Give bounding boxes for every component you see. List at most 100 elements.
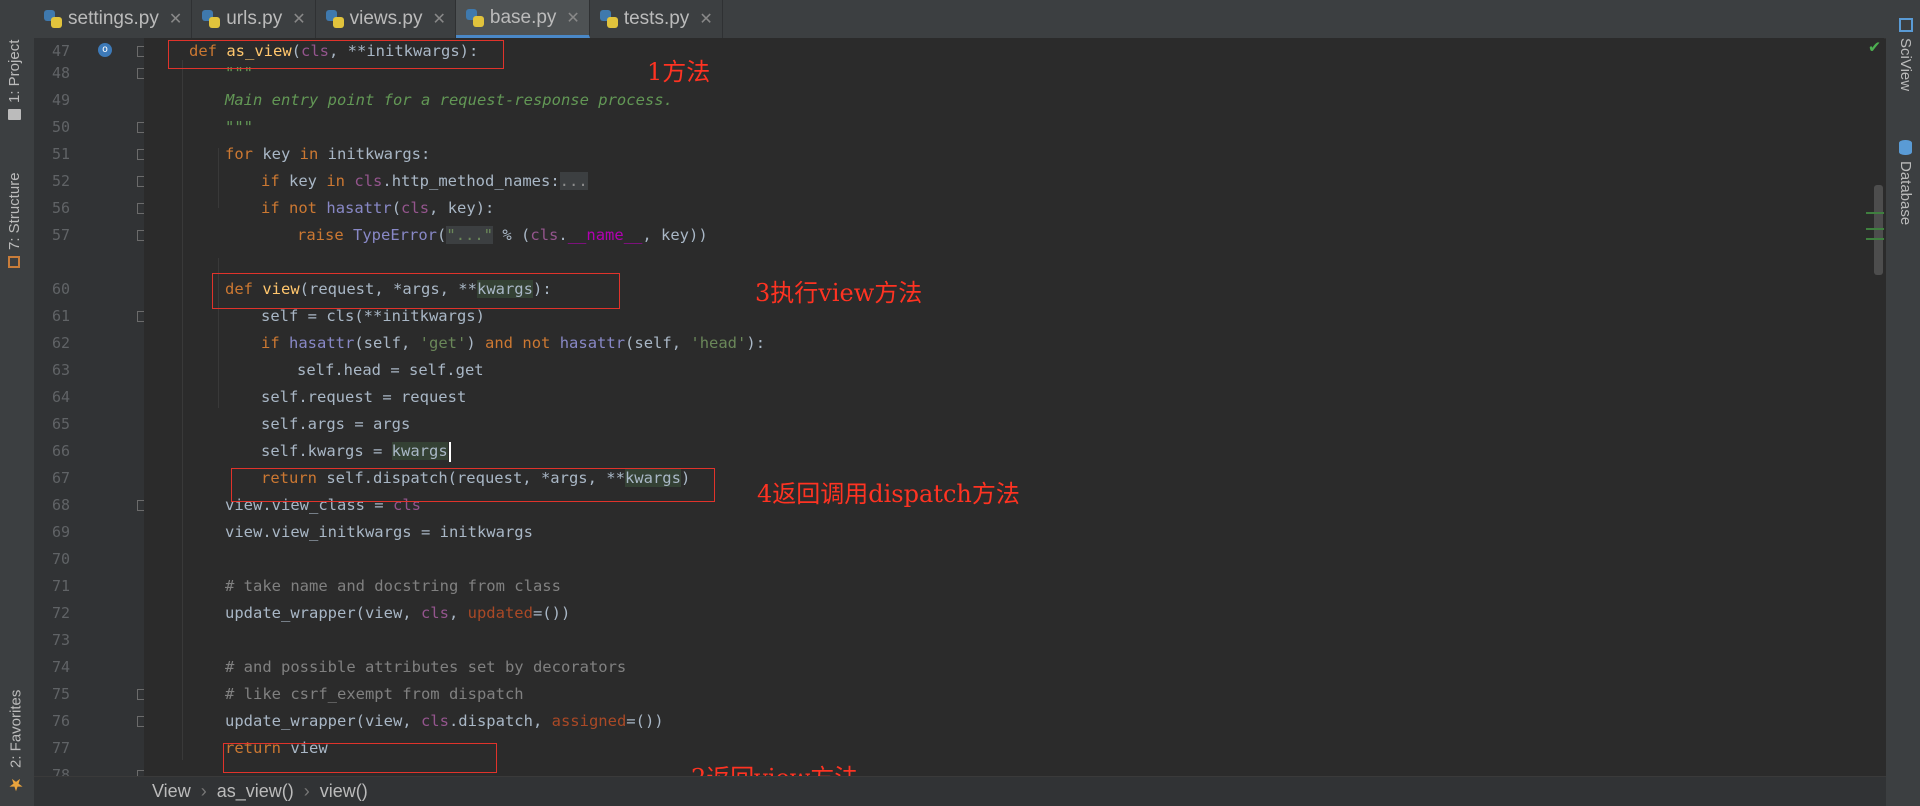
favorites-tool-label: 2: Favorites	[7, 689, 25, 768]
line-number: 66	[51, 442, 70, 460]
code-line-51: for key in initkwargs:	[225, 145, 431, 163]
tab-tests[interactable]: tests.py ✕	[590, 0, 723, 38]
python-file-icon	[325, 10, 344, 28]
tab-settings[interactable]: settings.py ✕	[34, 0, 193, 38]
annotation-box-view-def	[212, 273, 620, 309]
tab-label: base.py	[489, 6, 557, 28]
line-number: 57	[51, 226, 70, 244]
favorites-tool-tab[interactable]: ★ 2: Favorites	[6, 676, 26, 794]
structure-icon	[8, 256, 21, 268]
sciview-tool-tab[interactable]: SciView	[1897, 18, 1914, 104]
line-number: 75	[51, 685, 70, 703]
code-line-76: # like csrf_exempt from dispatch	[225, 685, 524, 703]
annotation-box-as-view	[168, 40, 504, 69]
line-number: 56	[51, 199, 70, 217]
inspection-ok-icon[interactable]: ✔	[1869, 36, 1880, 57]
code-line-72: # take name and docstring from class	[225, 577, 561, 595]
line-number: 52	[51, 172, 70, 190]
code-line-77: update_wrapper(view, cls.dispatch, assig…	[225, 712, 664, 730]
change-marker	[1866, 212, 1884, 214]
database-tool-tab[interactable]: Database	[1897, 140, 1914, 240]
code-line-63: if hasattr(self, 'get') and not hasattr(…	[261, 334, 766, 352]
chevron-right-icon: ›	[200, 781, 207, 801]
close-icon[interactable]: ✕	[566, 8, 579, 28]
line-number: 49	[51, 91, 70, 109]
line-number: 60	[51, 280, 70, 298]
project-tool-tab[interactable]: 1: Project	[6, 24, 23, 120]
tab-label: settings.py	[68, 8, 159, 29]
code-line-73: update_wrapper(view, cls, updated=())	[225, 604, 571, 622]
sciview-tool-label: SciView	[1897, 38, 1914, 92]
line-number: 51	[51, 145, 70, 163]
tab-label: urls.py	[226, 8, 283, 29]
breadcrumb-item-class[interactable]: View	[152, 781, 191, 802]
line-number: 73	[51, 631, 70, 649]
python-file-icon	[465, 8, 484, 27]
line-number: 69	[51, 523, 70, 541]
code-line-67: self.kwargs = kwargs	[261, 438, 451, 465]
python-file-icon	[44, 10, 62, 28]
code-line-65: self.request = request	[261, 388, 467, 406]
line-number: 76	[51, 712, 70, 730]
breadcrumb: View › as_view() › view()	[34, 776, 1886, 806]
code-line-70: view.view_initkwargs = initkwargs	[225, 523, 533, 541]
line-number: 77	[51, 739, 70, 757]
line-number: 48	[51, 64, 70, 82]
grid-icon	[1898, 18, 1913, 32]
folded-code-marker[interactable]: ...	[559, 172, 588, 190]
line-number: 62	[51, 334, 70, 352]
line-number: 65	[51, 415, 70, 433]
annotation-box-return-dispatch	[231, 468, 715, 502]
line-number: 72	[51, 604, 70, 622]
code-line-49: Main entry point for a request-response …	[225, 91, 673, 109]
code-line-52: if key in cls.http_method_names:...	[261, 172, 588, 190]
breadcrumb-item-inner[interactable]: view()	[320, 781, 368, 802]
chevron-right-icon: ›	[303, 781, 310, 801]
tab-base[interactable]: base.py ✕	[455, 0, 590, 38]
right-tool-strip: SciView Database	[1885, 0, 1920, 806]
line-number: 74	[51, 658, 70, 676]
star-icon: ★	[6, 774, 25, 794]
code-line-56: if not hasattr(cls, key):	[261, 199, 495, 217]
structure-tool-tab[interactable]: 7: Structure	[6, 156, 23, 268]
python-file-icon	[202, 10, 221, 28]
line-number: 63	[51, 361, 70, 379]
code-line-50: """	[225, 118, 253, 136]
tab-label: tests.py	[623, 8, 690, 29]
database-icon	[1899, 140, 1912, 155]
database-tool-label: Database	[1897, 161, 1914, 226]
tab-urls[interactable]: urls.py ✕	[192, 0, 316, 38]
structure-tool-label: 7: Structure	[6, 172, 23, 250]
tab-views[interactable]: views.py ✕	[316, 0, 456, 38]
annotation-label-3: 3执行view方法	[755, 279, 923, 307]
text-caret	[448, 441, 451, 462]
folder-icon	[8, 109, 21, 120]
line-number: 67	[51, 469, 70, 487]
line-number: 61	[51, 307, 70, 325]
code-editor[interactable]: def as_view(cls, **initkwargs): """ Main…	[144, 38, 1884, 776]
editor-scrollbar-thumb[interactable]	[1874, 185, 1883, 275]
close-icon[interactable]: ✕	[292, 9, 305, 29]
code-line-75: # and possible attributes set by decorat…	[225, 658, 627, 676]
breadcrumb-item-method[interactable]: as_view()	[217, 781, 294, 802]
close-icon[interactable]: ✕	[699, 9, 712, 29]
project-tool-label: 1: Project	[6, 39, 23, 103]
code-line-57: raise TypeError("..." % (cls.__name__, k…	[297, 226, 708, 244]
line-number: 64	[51, 388, 70, 406]
override-marker-icon[interactable]: o	[98, 43, 112, 57]
annotation-box-return-view	[223, 743, 497, 773]
editor-tab-bar: settings.py ✕ urls.py ✕ views.py ✕ base.…	[34, 0, 1886, 39]
line-number: 70	[51, 550, 70, 568]
line-number: 68	[51, 496, 70, 514]
line-number: 71	[51, 577, 70, 595]
tab-label: views.py	[349, 8, 423, 29]
change-marker	[1866, 238, 1884, 240]
line-number: 50	[51, 118, 70, 136]
left-tool-strip: 1: Project 7: Structure ★ 2: Favorites	[0, 0, 35, 806]
close-icon[interactable]: ✕	[432, 9, 445, 29]
code-line-64: self.head = self.get	[297, 361, 484, 379]
change-marker	[1866, 228, 1884, 230]
close-icon[interactable]: ✕	[169, 9, 182, 29]
python-file-icon	[599, 10, 618, 28]
annotation-label-1: 1方法	[647, 58, 711, 86]
